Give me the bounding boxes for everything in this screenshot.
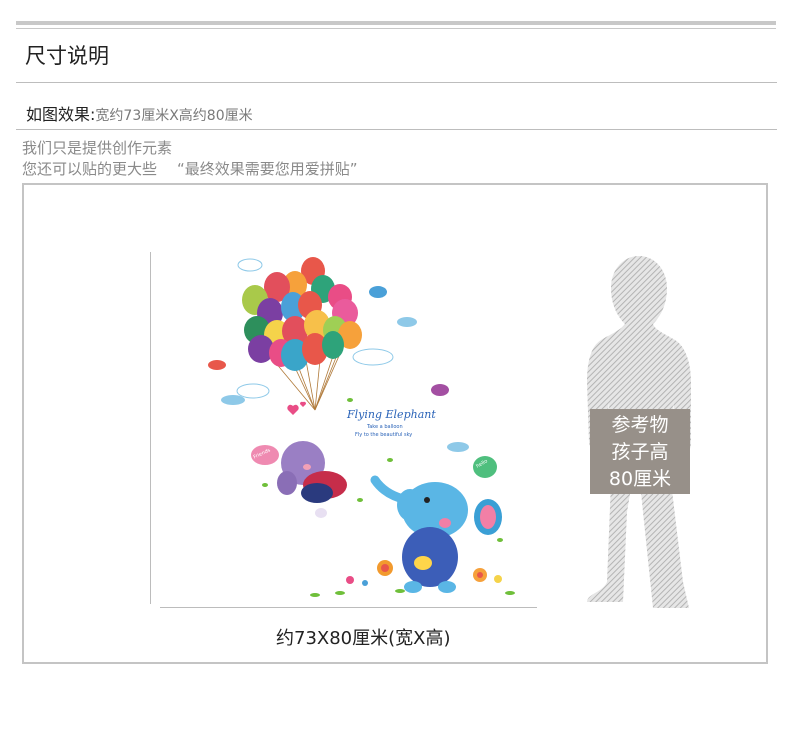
section-title: 尺寸说明 [25, 44, 109, 68]
note-line-2: 您还可以贴的更大些 “最终效果需要您用爱拼贴” [22, 158, 358, 179]
reference-line-3: 80厘米 [608, 468, 672, 490]
art-subtitle-1: Take a balloon [367, 424, 403, 430]
effect-divider [16, 129, 777, 130]
art-subtitle-2: Fly to the beautiful sky [355, 432, 413, 438]
top-divider-thick [16, 21, 776, 25]
reference-line-1: 参考物 [611, 414, 669, 436]
effect-value: 宽约73厘米X高约80厘米 [95, 108, 253, 124]
reference-line-2: 孩子高 [611, 441, 669, 463]
height-guide-line [150, 252, 151, 604]
art-title: Flying Elephant [347, 408, 436, 421]
decal-illustration [208, 257, 515, 597]
note-quote: “最终效果需要您用爱拼贴” [177, 160, 358, 178]
size-caption: 约73X80厘米(宽X高) [276, 628, 451, 649]
note-line-2-text: 您还可以贴的更大些 [22, 160, 158, 178]
effect-label: 如图效果: [26, 105, 96, 124]
note-line-1: 我们只是提供创作元素 [22, 139, 173, 157]
title-divider [16, 82, 777, 83]
reference-label-box: 参考物 孩子高 80厘米 [590, 409, 690, 494]
width-guide-line [160, 607, 537, 608]
top-divider-thin [16, 28, 776, 29]
effect-line: 如图效果:宽约73厘米X高约80厘米 [26, 101, 253, 125]
